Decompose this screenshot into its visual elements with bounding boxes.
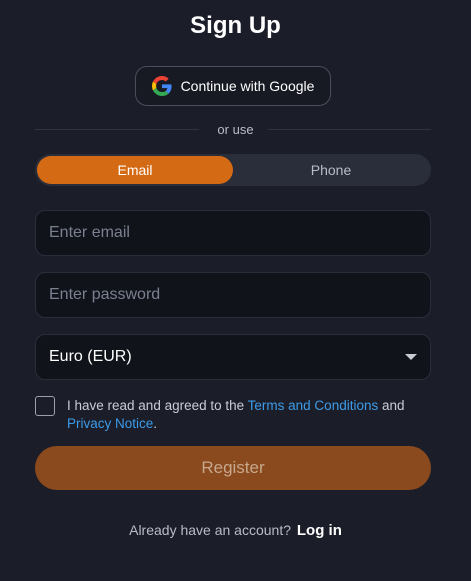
password-field-container <box>35 272 431 318</box>
divider-line-right <box>268 129 431 130</box>
continue-with-google-label: Continue with Google <box>180 78 315 94</box>
agree-checkbox[interactable] <box>35 396 55 416</box>
email-input[interactable] <box>36 211 430 255</box>
agreement-text-after: . <box>153 416 158 431</box>
terms-link[interactable]: Terms and Conditions <box>248 398 379 413</box>
login-prompt-text: Already have an account? <box>129 522 291 538</box>
login-prompt: Already have an account? Log in <box>0 522 471 539</box>
chevron-down-icon <box>405 354 417 360</box>
currency-select[interactable]: Euro (EUR) <box>35 334 431 380</box>
register-button[interactable]: Register <box>35 446 431 490</box>
agreement-text-middle: and <box>378 398 405 413</box>
signup-method-tabs: Email Phone <box>35 154 431 186</box>
tab-email[interactable]: Email <box>37 156 233 184</box>
continue-with-google-button[interactable]: Continue with Google <box>135 66 331 106</box>
privacy-link[interactable]: Privacy Notice <box>67 416 153 431</box>
login-link[interactable]: Log in <box>297 522 342 539</box>
email-field-container <box>35 210 431 256</box>
tab-phone[interactable]: Phone <box>233 156 429 184</box>
page-title: Sign Up <box>190 12 281 39</box>
google-icon <box>151 76 172 96</box>
password-input[interactable] <box>36 273 430 317</box>
currency-selected-value: Euro (EUR) <box>49 348 132 365</box>
agreement-text: I have read and agreed to the Terms and … <box>67 397 435 433</box>
agreement-text-before: I have read and agreed to the <box>67 398 248 413</box>
